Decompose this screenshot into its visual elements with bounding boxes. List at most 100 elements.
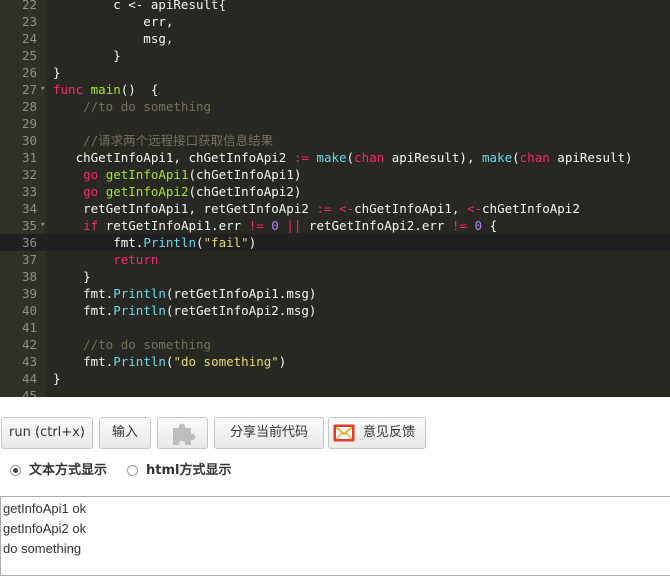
html-mode-label: html方式显示: [146, 463, 232, 478]
code-line[interactable]: 30 //请求两个远程接口获取信息结果: [0, 132, 670, 149]
code-line[interactable]: 40 fmt.Println(retGetInfoApi2.msg): [0, 302, 670, 319]
line-number: 36: [21, 235, 37, 250]
plugin-button[interactable]: [157, 417, 208, 449]
code-token: fmt.: [53, 286, 114, 301]
share-code-button[interactable]: 分享当前代码: [214, 417, 324, 449]
code-line[interactable]: 28 //to do something: [0, 98, 670, 115]
code-token: chGetInfoApi2: [482, 201, 580, 216]
code-token: (retGetInfoApi1.msg): [165, 286, 317, 301]
mail-icon: [333, 424, 355, 442]
code-line[interactable]: 29: [0, 115, 670, 132]
code-text: fmt.Println(retGetInfoApi2.msg): [53, 302, 316, 319]
code-token: chGetInfoApi1,: [354, 201, 467, 216]
code-line[interactable]: 45: [0, 387, 670, 397]
line-number: 35: [21, 218, 37, 233]
output-line: getInfoApi1 ok: [3, 501, 87, 516]
code-line[interactable]: 35 ▾ if retGetInfoApi1.err != 0 || retGet…: [0, 217, 670, 234]
code-line[interactable]: 31 chGetInfoApi1, chGetInfoApi2 := make(…: [0, 149, 670, 166]
output-line: do something: [3, 541, 82, 556]
line-number: 23: [21, 14, 37, 29]
code-text: fmt.Println(retGetInfoApi1.msg): [53, 285, 316, 302]
code-token: !=: [248, 218, 264, 233]
output-panel: getInfoApi1 ok getInfoApi2 ok do somethi…: [0, 496, 670, 576]
code-token: ||: [286, 218, 302, 233]
code-line[interactable]: 44}: [0, 370, 670, 387]
code-text: return: [53, 251, 158, 268]
code-token: c <- apiResult{: [53, 0, 227, 12]
line-number: 45: [21, 388, 37, 397]
code-token: {: [482, 218, 498, 233]
code-token: 0: [271, 218, 279, 233]
code-token: //请求两个远程接口获取信息结果: [53, 133, 274, 148]
code-line[interactable]: 38 }: [0, 268, 670, 285]
code-token: :=: [293, 150, 309, 165]
text-mode-label: 文本方式显示: [29, 463, 108, 478]
code-token: getInfoApi1: [105, 167, 189, 182]
fold-toggle-icon[interactable]: ▾: [40, 217, 45, 234]
code-editor[interactable]: 22 c <- apiResult{23 err, 24 msg, 25 } 26} 2…: [0, 0, 670, 397]
code-line[interactable]: 34 retGetInfoApi1, retGetInfoApi2 := <-c…: [0, 200, 670, 217]
html-mode-radio[interactable]: [127, 465, 138, 476]
code-token: retGetInfoApi1, retGetInfoApi2: [53, 201, 317, 216]
code-token: :=: [316, 201, 332, 216]
code-line[interactable]: 39 fmt.Println(retGetInfoApi1.msg): [0, 285, 670, 302]
code-line[interactable]: 27 ▾ func main() {: [0, 81, 670, 98]
code-line[interactable]: 43 fmt.Println("do something"): [0, 353, 670, 370]
code-line[interactable]: 37 return: [0, 251, 670, 268]
code-token: }: [53, 48, 121, 63]
line-number: 26: [21, 65, 37, 80]
line-number: 32: [21, 167, 37, 182]
code-token: "fail": [203, 235, 249, 250]
code-text: //to do something: [53, 336, 211, 353]
input-button[interactable]: 输入: [99, 417, 151, 449]
code-text: chGetInfoApi1, chGetInfoApi2 := make(cha…: [53, 149, 633, 166]
code-token: Println: [113, 286, 166, 301]
code-line[interactable]: 23 err,: [0, 13, 670, 30]
code-line[interactable]: 41: [0, 319, 670, 336]
code-line[interactable]: 42 //to do something: [0, 336, 670, 353]
line-number: 34: [21, 201, 37, 216]
code-token: <-: [466, 201, 483, 216]
code-token: //to do something: [53, 99, 212, 114]
line-number: 31: [21, 150, 37, 165]
code-token: <-: [339, 201, 355, 216]
code-token: main: [90, 82, 121, 97]
html-mode-option[interactable]: html方式显示: [127, 462, 242, 480]
run-button[interactable]: run (ctrl+x): [1, 417, 93, 449]
code-text: //请求两个远程接口获取信息结果: [53, 132, 273, 149]
line-number: 27: [21, 82, 37, 97]
code-token: msg,: [53, 31, 174, 46]
code-text: err,: [53, 13, 173, 30]
fold-toggle-icon[interactable]: ▾: [40, 81, 45, 98]
code-text: }: [53, 64, 61, 81]
text-mode-option[interactable]: 文本方式显示: [10, 462, 120, 480]
code-line[interactable]: 36 fmt.Println("fail"): [0, 234, 670, 251]
code-token: (: [346, 150, 355, 165]
code-token: retGetInfoApi2.err: [301, 218, 452, 233]
display-mode-options: 文本方式显示 html方式显示: [0, 460, 670, 482]
code-token: make: [316, 150, 347, 165]
line-number: 43: [21, 354, 37, 369]
code-line[interactable]: 32 go getInfoApi1(chGetInfoApi1): [0, 166, 670, 183]
code-line[interactable]: 25 }: [0, 47, 670, 64]
code-token: func: [53, 82, 84, 97]
text-mode-radio[interactable]: [10, 465, 21, 476]
code-line[interactable]: 33 go getInfoApi2(chGetInfoApi2): [0, 183, 670, 200]
code-token: }: [53, 65, 61, 80]
code-token: Println: [143, 235, 196, 250]
code-line[interactable]: 26}: [0, 64, 670, 81]
feedback-button[interactable]: 意见反馈: [328, 417, 426, 449]
feedback-label: 意见反馈: [363, 425, 416, 440]
line-number: 37: [21, 252, 37, 267]
code-line[interactable]: 24 msg,: [0, 30, 670, 47]
code-text: if retGetInfoApi1.err != 0 || retGetInfo…: [53, 217, 497, 234]
code-token: (: [512, 150, 520, 165]
code-text: fmt.Println("fail"): [53, 234, 256, 251]
code-token: Println: [113, 303, 166, 318]
code-line[interactable]: 22 c <- apiResult{: [0, 0, 670, 13]
